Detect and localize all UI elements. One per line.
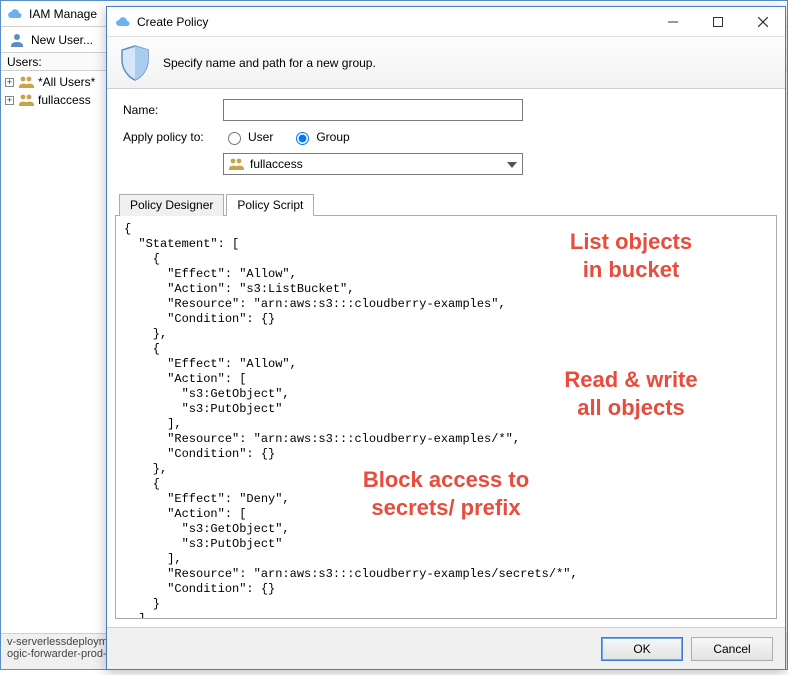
cloud-icon	[115, 14, 131, 30]
radio-group[interactable]: Group	[291, 129, 349, 145]
chevron-down-icon	[504, 157, 520, 171]
tree-item-label: fullaccess	[38, 93, 91, 107]
group-icon	[18, 74, 34, 90]
policy-tabs: Policy Designer Policy Script	[115, 193, 777, 216]
dialog-titlebar: Create Policy	[107, 7, 785, 37]
dialog-header-text: Specify name and path for a new group.	[163, 56, 376, 70]
tab-policy-designer[interactable]: Policy Designer	[119, 194, 224, 216]
policy-script-text[interactable]: { "Statement": [ { "Effect": "Allow", "A…	[116, 216, 776, 618]
ok-button[interactable]: OK	[601, 637, 683, 661]
name-input[interactable]	[223, 99, 523, 121]
target-group-dropdown[interactable]: fullaccess	[223, 153, 523, 175]
radio-user[interactable]: User	[223, 129, 273, 145]
dropdown-value: fullaccess	[250, 157, 303, 171]
expand-icon[interactable]: +	[5, 96, 14, 105]
user-icon	[9, 32, 25, 48]
shield-icon	[119, 45, 151, 81]
new-user-label: New User...	[31, 33, 93, 47]
form-area: Name: Apply policy to: User Group	[107, 89, 785, 187]
create-policy-dialog: Create Policy Specify name and path for …	[106, 6, 786, 670]
iam-manager-title: IAM Manage	[29, 7, 97, 21]
expand-icon[interactable]: +	[5, 78, 14, 87]
cloud-icon	[7, 6, 23, 22]
apply-policy-label: Apply policy to:	[123, 130, 223, 144]
dialog-footer: OK Cancel	[107, 627, 785, 669]
radio-group-input[interactable]	[296, 132, 309, 145]
name-label: Name:	[123, 103, 223, 117]
policy-script-editor[interactable]: { "Statement": [ { "Effect": "Allow", "A…	[115, 216, 777, 619]
minimize-button[interactable]	[650, 7, 695, 36]
dialog-header: Specify name and path for a new group.	[107, 37, 785, 89]
tab-policy-script[interactable]: Policy Script	[226, 194, 314, 216]
group-icon	[228, 156, 244, 172]
close-button[interactable]	[740, 7, 785, 36]
cancel-button[interactable]: Cancel	[691, 637, 773, 661]
radio-user-input[interactable]	[228, 132, 241, 145]
group-icon	[18, 92, 34, 108]
dialog-title: Create Policy	[137, 15, 208, 29]
maximize-button[interactable]	[695, 7, 740, 36]
tree-item-label: *All Users*	[38, 75, 95, 89]
